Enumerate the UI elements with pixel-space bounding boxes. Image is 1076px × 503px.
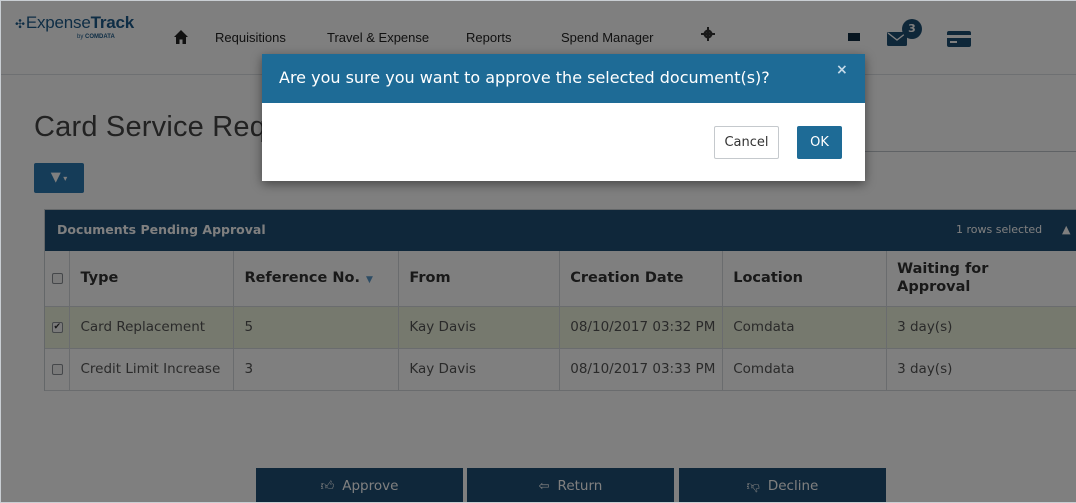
close-icon[interactable]: × [836, 62, 848, 78]
dialog-title: Are you sure you want to approve the sel… [279, 68, 770, 87]
confirm-approve-dialog: Are you sure you want to approve the sel… [262, 54, 865, 181]
app-window: ✣ExpenseTrack by COMDATA Requisitions Tr… [0, 0, 1076, 503]
dialog-header: Are you sure you want to approve the sel… [262, 54, 865, 103]
ok-button[interactable]: OK [797, 126, 842, 159]
cancel-button[interactable]: Cancel [714, 126, 779, 159]
